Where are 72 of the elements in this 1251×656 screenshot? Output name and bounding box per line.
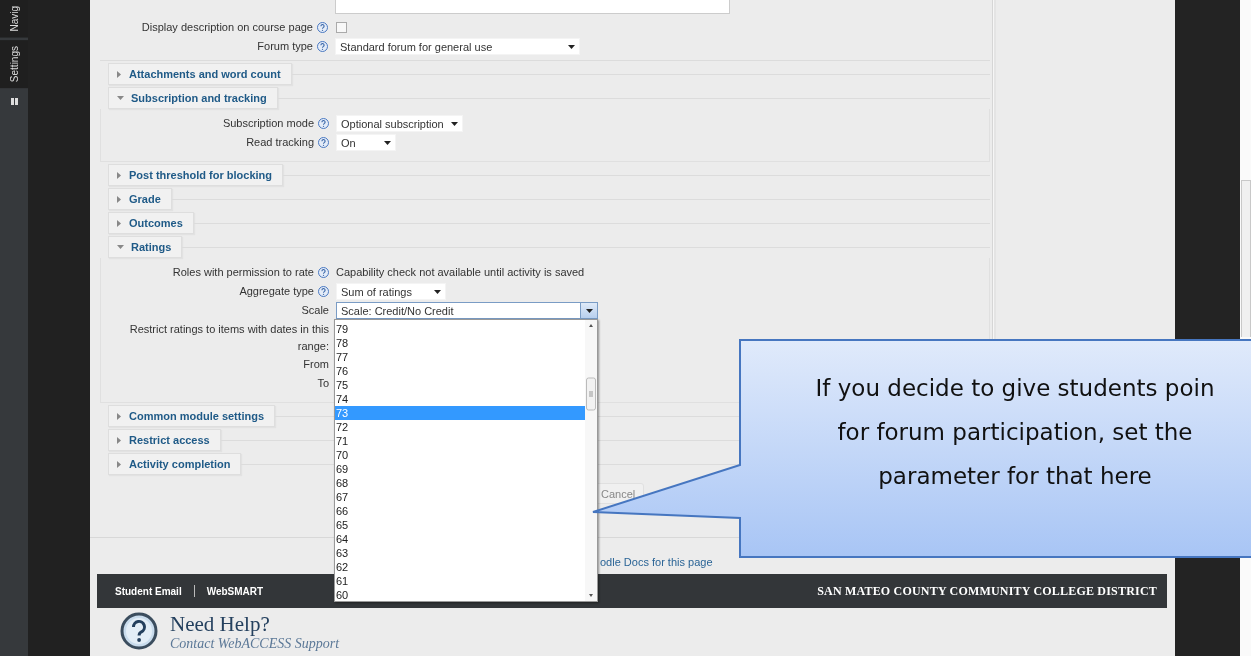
select-field[interactable]: On <box>336 134 396 151</box>
dropdown-option[interactable]: 66 <box>335 504 585 518</box>
field-label: To <box>317 376 329 391</box>
support-link[interactable]: Contact WebACCESS Support <box>170 636 340 652</box>
caret-icon <box>585 308 593 313</box>
callout-text: If you decide to give students poin for forum participation, set the parameter for that here <box>814 374 1216 491</box>
select-field[interactable]: Sum of ratings <box>336 283 446 300</box>
dropdown-option[interactable]: 76 <box>335 364 585 378</box>
help-title: Need Help? <box>170 612 271 636</box>
scrollbar[interactable] <box>1241 180 1251 337</box>
field-label: Scale <box>301 303 329 318</box>
dropdown-option[interactable]: 72 <box>335 420 585 434</box>
dropdown-option[interactable]: 64 <box>335 532 585 546</box>
field-label: Aggregate type <box>239 284 314 299</box>
caret-icon <box>383 140 391 145</box>
field-label: Restrict ratings to items with dates in this range: <box>128 322 329 354</box>
scrollbar[interactable] <box>585 320 597 601</box>
dropdown-option[interactable]: 67 <box>335 490 585 504</box>
checkbox[interactable] <box>336 22 347 33</box>
sidebar-tab[interactable]: Navig <box>0 0 28 38</box>
dropdown-option[interactable]: 61 <box>335 574 585 588</box>
district-name: SAN MATEO COUNTY COMMUNITY COLLEGE DISTRICT <box>817 583 1157 599</box>
section-header[interactable]: Attachments and word count <box>108 63 292 85</box>
dropdown-option[interactable]: 78 <box>335 336 585 350</box>
expand-icon <box>117 412 122 420</box>
section-header[interactable]: Activity completion <box>108 453 242 475</box>
expand-icon <box>117 460 122 468</box>
expand-icon <box>117 219 122 227</box>
collapse-icon <box>117 95 124 101</box>
caret-icon <box>450 121 458 126</box>
section-header[interactable]: Outcomes <box>108 212 194 234</box>
caret-icon <box>567 44 575 49</box>
field-label: Subscription mode <box>222 116 314 131</box>
field-label: Display description on course page <box>141 20 313 35</box>
footer-link[interactable]: Student Email <box>115 585 182 597</box>
select-field[interactable]: Standard forum for general use <box>335 38 580 55</box>
dropdown-option[interactable]: 62 <box>335 560 585 574</box>
static-text: Capability check not available until activity is saved <box>336 265 585 280</box>
select-field[interactable]: Scale: Credit/No Credit <box>336 302 598 319</box>
dropdown-option[interactable]: 77 <box>335 350 585 364</box>
field-label: Forum type <box>257 39 313 54</box>
dropdown-option[interactable]: 71 <box>335 434 585 448</box>
field-label: Read tracking <box>246 135 314 150</box>
dropdown-option[interactable]: 70 <box>335 448 585 462</box>
dropdown-option[interactable]: 69 <box>335 462 585 476</box>
dock-icon[interactable] <box>10 97 18 105</box>
section-header[interactable]: Subscription and tracking <box>108 87 278 109</box>
section-header[interactable]: Grade <box>108 188 172 210</box>
sidebar-tab[interactable]: Settings <box>0 39 28 88</box>
expand-icon <box>117 171 122 179</box>
dropdown-option[interactable]: 65 <box>335 518 585 532</box>
section-header[interactable]: Restrict access <box>108 429 221 451</box>
help-icon[interactable] <box>120 612 158 650</box>
dropdown-option[interactable]: 79 <box>335 322 585 336</box>
select-field[interactable]: Optional subscription <box>336 115 463 132</box>
dropdown-option[interactable]: 68 <box>335 476 585 490</box>
field-label: From <box>303 357 329 372</box>
expand-icon <box>117 70 122 78</box>
caret-icon <box>433 289 441 294</box>
field-label: Roles with permission to rate <box>172 265 314 280</box>
dropdown-option[interactable]: 63 <box>335 546 585 560</box>
section-header[interactable]: Common module settings <box>108 405 276 427</box>
section-header[interactable]: Post threshold for blocking <box>108 164 283 186</box>
expand-icon <box>117 436 122 444</box>
collapse-icon <box>117 244 124 250</box>
section-header[interactable]: Ratings <box>108 236 183 258</box>
docs-link[interactable]: odle Docs for this page <box>600 556 713 568</box>
expand-icon <box>117 195 122 203</box>
dropdown-option[interactable]: 60 <box>335 588 585 602</box>
dropdown-option[interactable]: 75 <box>335 378 585 392</box>
footer-link[interactable]: WebSMART <box>206 585 264 597</box>
dropdown-option[interactable]: 74 <box>335 392 585 406</box>
